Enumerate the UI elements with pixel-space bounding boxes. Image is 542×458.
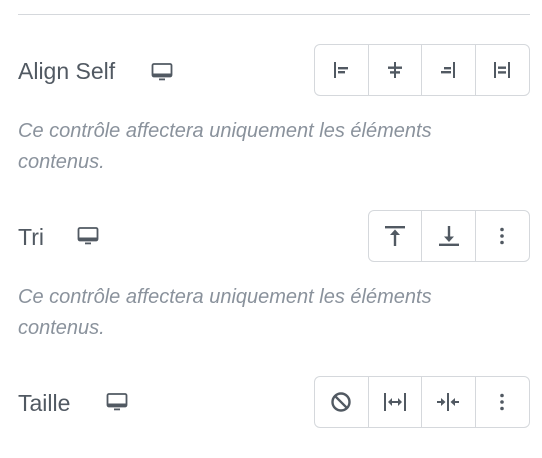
desktop-icon[interactable] xyxy=(104,389,130,415)
order-control: Tri xyxy=(18,210,530,266)
align-self-description: Ce contrôle affectera uniquement les élé… xyxy=(18,120,432,173)
align-self-label: Align Self xyxy=(18,58,116,84)
order-label: Tri xyxy=(18,224,44,250)
more-options-icon xyxy=(500,227,505,245)
order-more-button[interactable] xyxy=(476,211,529,261)
size-none-button[interactable] xyxy=(315,377,369,427)
align-self-end-button[interactable] xyxy=(422,45,476,95)
size-none-icon xyxy=(331,392,351,412)
size-shrink-button[interactable] xyxy=(422,377,476,427)
size-button-group xyxy=(314,376,530,428)
desktop-icon[interactable] xyxy=(149,59,175,85)
align-end-icon xyxy=(441,62,456,78)
desktop-icon[interactable] xyxy=(75,223,101,249)
align-self-center-button[interactable] xyxy=(369,45,422,95)
order-first-icon xyxy=(385,226,406,246)
align-self-start-button[interactable] xyxy=(315,45,369,95)
align-self-stretch-button[interactable] xyxy=(476,45,530,95)
order-first-button[interactable] xyxy=(369,211,423,261)
section-divider xyxy=(18,14,530,15)
align-self-control: Align Self xyxy=(18,44,530,100)
align-stretch-icon xyxy=(494,62,511,78)
more-options-icon xyxy=(500,393,505,411)
order-last-button[interactable] xyxy=(422,211,476,261)
align-start-icon xyxy=(334,62,349,78)
size-control: Taille xyxy=(18,376,530,432)
size-grow-icon xyxy=(383,393,406,411)
align-center-icon xyxy=(387,62,402,78)
layout-panel: Align Self Ce contrôle affectera uniquem… xyxy=(0,0,542,458)
order-last-icon xyxy=(438,226,459,246)
size-grow-button[interactable] xyxy=(369,377,422,427)
order-button-group xyxy=(368,210,530,262)
size-shrink-icon xyxy=(437,393,460,411)
size-label: Taille xyxy=(18,390,71,416)
order-description: Ce contrôle affectera uniquement les élé… xyxy=(18,286,432,339)
size-more-button[interactable] xyxy=(476,377,530,427)
align-self-button-group xyxy=(314,44,530,96)
